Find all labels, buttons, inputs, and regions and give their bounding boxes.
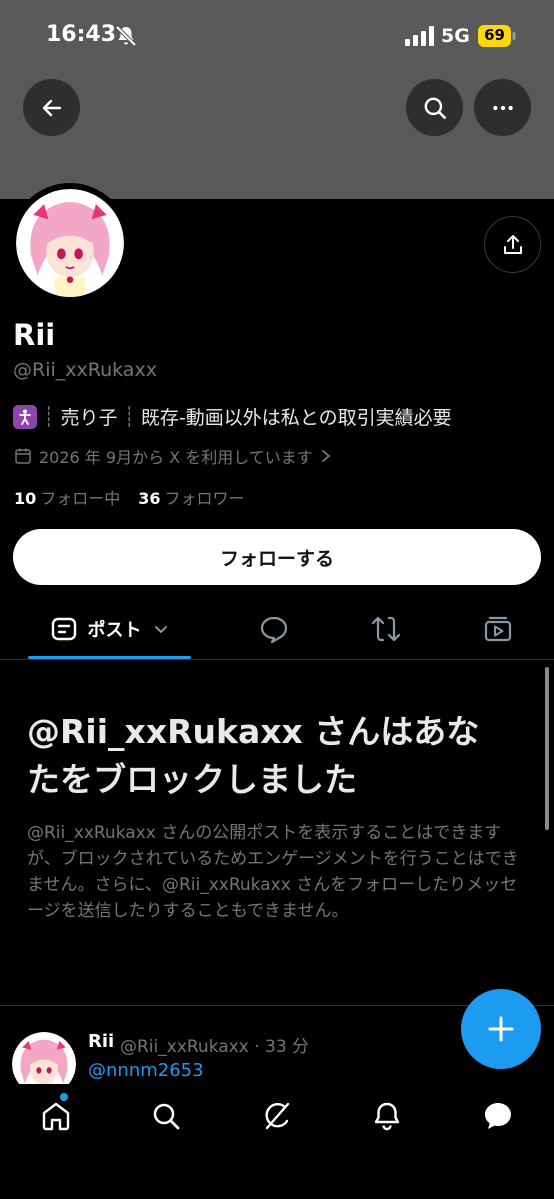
profile-bio: ┊ 売り子 ┊ 既存-動画以外は私との取引実績必要 bbox=[13, 403, 452, 430]
following-label: フォロー中 bbox=[40, 489, 121, 508]
bell-muted-icon bbox=[115, 25, 137, 47]
profile-avatar[interactable] bbox=[10, 183, 130, 303]
bio-separator: ┊ bbox=[43, 405, 55, 428]
following-link[interactable]: 10 フォロー中 bbox=[14, 485, 120, 509]
nav-grok[interactable] bbox=[252, 1096, 302, 1136]
profile-name: Rii bbox=[13, 318, 56, 352]
more-horizontal-icon bbox=[492, 105, 513, 110]
joined-text: 2026 年 9月から X を利用しています bbox=[39, 448, 313, 467]
person-icon bbox=[13, 404, 37, 429]
tab-replies[interactable] bbox=[248, 600, 300, 658]
status-bar: 16:43 5G 69 bbox=[0, 0, 554, 70]
reply-bubble-icon bbox=[260, 616, 288, 644]
avatar-image bbox=[12, 1032, 76, 1084]
bell-icon bbox=[374, 1102, 400, 1131]
plus-icon bbox=[488, 1016, 514, 1042]
search-icon bbox=[153, 1103, 180, 1130]
following-count: 10 bbox=[14, 489, 37, 508]
followers-label: フォロワー bbox=[164, 489, 245, 508]
follow-button[interactable]: フォローする bbox=[13, 529, 541, 585]
share-icon bbox=[503, 234, 522, 254]
profile-handle: @Rii_xxRukaxx bbox=[13, 359, 157, 381]
share-button[interactable] bbox=[484, 216, 541, 273]
tab-active-indicator bbox=[28, 656, 191, 659]
signal-icon bbox=[405, 26, 434, 46]
bio-text-role: 売り子 bbox=[60, 407, 118, 429]
bottom-navigation bbox=[0, 1084, 554, 1199]
follow-stats: 10 フォロー中 36 フォロワー bbox=[14, 485, 245, 509]
search-icon bbox=[424, 97, 446, 119]
back-button[interactable] bbox=[23, 79, 80, 136]
nav-notifications[interactable] bbox=[362, 1096, 412, 1136]
post-mention[interactable]: @nnnm2653 bbox=[88, 1060, 204, 1081]
repost-icon bbox=[371, 616, 401, 642]
bio-text-note: 既存-動画以外は私との取引実績必要 bbox=[140, 407, 452, 429]
tab-posts[interactable]: ポスト bbox=[28, 600, 191, 659]
message-bubble-icon bbox=[485, 1103, 511, 1129]
battery-level: 69 bbox=[484, 26, 505, 44]
followers-count: 36 bbox=[138, 489, 161, 508]
chevron-right-icon bbox=[321, 450, 331, 462]
arrow-left-icon bbox=[42, 99, 61, 116]
nav-home[interactable] bbox=[31, 1096, 81, 1136]
blocked-title: @Rii_xxRukaxx さんはあなたをブロックしました bbox=[27, 712, 480, 799]
post-avatar[interactable] bbox=[12, 1032, 76, 1084]
home-icon bbox=[42, 1102, 70, 1131]
joined-date[interactable]: 2026 年 9月から X を利用しています bbox=[14, 444, 332, 468]
blocked-description: @Rii_xxRukaxx さんの公開ポストを表示することはできますが、ブロック… bbox=[27, 823, 519, 921]
profile-tabs: ポスト bbox=[0, 600, 554, 660]
chevron-down-icon bbox=[154, 626, 167, 634]
avatar-image bbox=[16, 189, 124, 297]
search-button[interactable] bbox=[406, 79, 463, 136]
nav-search[interactable] bbox=[141, 1096, 191, 1136]
scrollbar[interactable] bbox=[545, 667, 549, 830]
grok-icon bbox=[265, 1102, 290, 1130]
network-type: 5G bbox=[441, 25, 470, 47]
followers-link[interactable]: 36 フォロワー bbox=[138, 485, 244, 509]
notification-dot bbox=[60, 1093, 68, 1101]
tab-posts-label: ポスト bbox=[87, 620, 142, 641]
tab-reposts[interactable] bbox=[360, 600, 412, 658]
post-author-name: Rii bbox=[88, 1031, 115, 1052]
media-icon bbox=[484, 616, 512, 642]
compose-button[interactable] bbox=[461, 989, 541, 1069]
bio-separator: ┊ bbox=[123, 405, 135, 428]
post-meta: @Rii_xxRukaxx · 33 分 bbox=[120, 1037, 310, 1057]
more-button[interactable] bbox=[474, 79, 531, 136]
tab-media[interactable] bbox=[472, 600, 524, 658]
calendar-icon bbox=[15, 448, 31, 464]
nav-messages[interactable] bbox=[473, 1096, 523, 1136]
status-time: 16:43 bbox=[46, 22, 117, 47]
posts-icon bbox=[51, 617, 76, 641]
